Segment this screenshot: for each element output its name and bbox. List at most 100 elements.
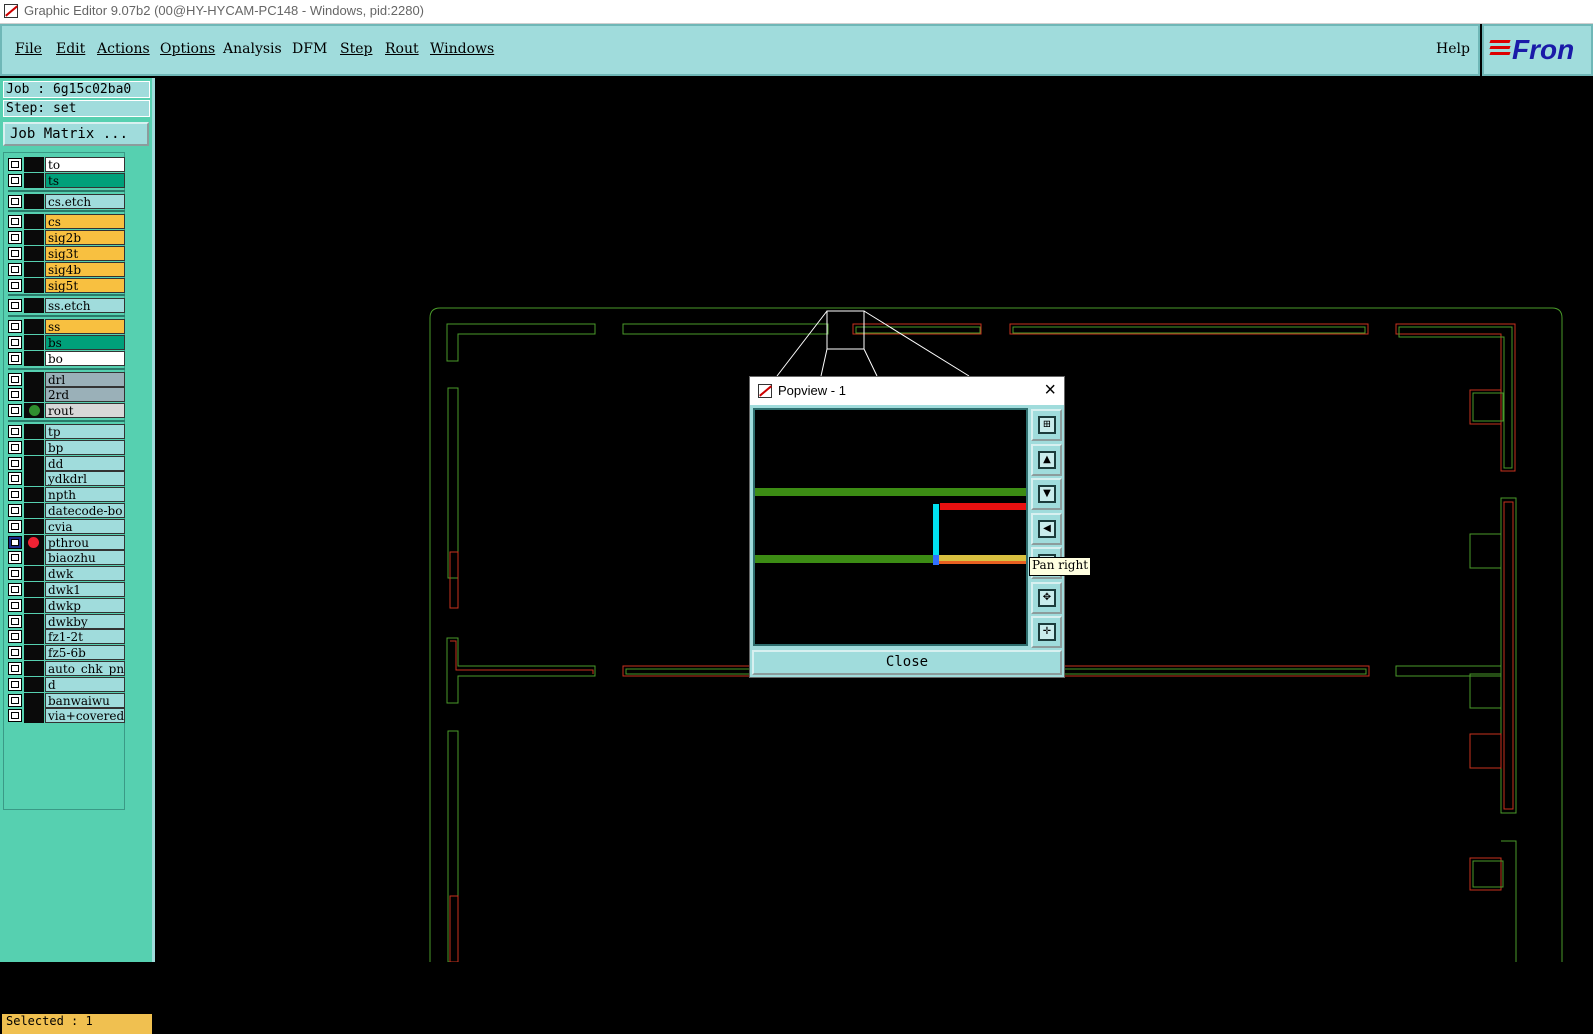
layer-name[interactable]: fz1-2t — [45, 629, 125, 645]
layer-mark[interactable] — [24, 424, 44, 439]
layer-mark[interactable] — [24, 157, 44, 172]
layer-row[interactable]: dwkby — [8, 613, 125, 629]
layer-name[interactable]: cs — [45, 214, 125, 230]
layer-checkbox[interactable] — [8, 231, 22, 245]
close-icon[interactable]: × — [1044, 379, 1056, 402]
job-matrix-button[interactable]: Job Matrix ... — [3, 122, 149, 146]
layer-mark[interactable] — [24, 193, 44, 209]
layer-row[interactable]: ss.etch — [8, 298, 125, 314]
layer-checkbox[interactable] — [8, 351, 22, 365]
layer-checkbox[interactable] — [8, 456, 22, 470]
layer-checkbox[interactable] — [8, 158, 22, 171]
layer-name[interactable]: bs — [45, 335, 125, 350]
menu-windows[interactable]: Windows — [430, 41, 494, 57]
layer-name[interactable]: fz5-6b — [45, 645, 125, 661]
layer-mark[interactable] — [24, 613, 44, 629]
layer-name[interactable]: cvia — [45, 518, 125, 534]
layer-name[interactable]: ss — [45, 319, 125, 335]
layer-row[interactable]: d — [8, 676, 125, 692]
affected-layer-icon[interactable] — [24, 534, 44, 550]
layer-mark[interactable] — [24, 319, 44, 335]
close-button[interactable]: Close — [752, 650, 1062, 675]
layer-mark[interactable] — [24, 487, 44, 503]
layer-row[interactable]: auto_chk_pnl — [8, 661, 125, 676]
layer-row[interactable]: via+covered — [8, 708, 125, 724]
layer-checkbox[interactable] — [8, 404, 22, 418]
layer-checkbox[interactable] — [8, 320, 22, 334]
zoom-center-button[interactable]: ✛ — [1031, 616, 1062, 648]
layer-name[interactable]: dwk1 — [45, 582, 125, 597]
menu-actions[interactable]: Actions — [97, 41, 150, 57]
layer-name[interactable]: rout — [45, 403, 125, 419]
layer-mark[interactable] — [24, 597, 44, 613]
layer-mark[interactable] — [24, 277, 44, 293]
layer-mark[interactable] — [24, 503, 44, 518]
layer-row[interactable]: sig3t — [8, 246, 125, 261]
layer-name[interactable]: auto_chk_pnl — [45, 661, 125, 676]
layer-mark[interactable] — [24, 676, 44, 692]
layer-name[interactable]: dwk — [45, 566, 125, 582]
layer-checkbox[interactable] — [8, 372, 22, 386]
layer-mark[interactable] — [24, 518, 44, 534]
layer-row[interactable]: ydkdrl — [8, 471, 125, 487]
layer-name[interactable]: dd — [45, 455, 125, 471]
layer-row[interactable]: npth — [8, 487, 125, 503]
layer-name[interactable]: sig5t — [45, 277, 125, 293]
layer-name[interactable]: sig4b — [45, 261, 125, 277]
layer-row[interactable]: fz5-6b — [8, 645, 125, 661]
layer-mark[interactable] — [24, 550, 44, 566]
layer-name[interactable]: npth — [45, 487, 125, 503]
layer-checkbox[interactable] — [8, 247, 22, 260]
popview-title-bar[interactable]: Popview - 1 × — [750, 377, 1064, 405]
layer-name[interactable]: bo — [45, 350, 125, 366]
layer-mark[interactable] — [24, 371, 44, 387]
layer-row[interactable]: dd — [8, 455, 125, 471]
layer-mark[interactable] — [24, 645, 44, 661]
menu-step[interactable]: Step — [340, 41, 372, 57]
layer-name[interactable]: ts — [45, 172, 125, 188]
layer-row[interactable]: tp — [8, 424, 125, 439]
layer-mark[interactable] — [24, 692, 44, 708]
layer-checkbox[interactable] — [8, 388, 22, 402]
layer-name[interactable]: to — [45, 157, 125, 172]
layer-mark[interactable] — [24, 335, 44, 350]
layer-checkbox[interactable] — [8, 262, 22, 276]
layer-checkbox[interactable] — [8, 598, 22, 612]
layer-mark[interactable] — [24, 582, 44, 597]
layer-name[interactable]: cs.etch — [45, 193, 125, 209]
layer-row[interactable]: sig5t — [8, 277, 125, 293]
layer-mark[interactable] — [24, 214, 44, 230]
popview-canvas[interactable] — [753, 408, 1028, 646]
layer-mark[interactable] — [24, 261, 44, 277]
layer-checkbox[interactable] — [8, 299, 22, 313]
layer-name[interactable]: ydkdrl — [45, 471, 125, 487]
layer-row[interactable]: sig2b — [8, 230, 125, 246]
zoom-box-button[interactable]: ⊞ — [1031, 409, 1062, 441]
layer-row[interactable]: datecode-bo — [8, 503, 125, 518]
layer-name[interactable]: dwkp — [45, 597, 125, 613]
layer-row[interactable]: ts — [8, 172, 125, 188]
layer-checkbox[interactable] — [8, 173, 22, 187]
layer-mark[interactable] — [24, 661, 44, 676]
layer-row[interactable]: dwkp — [8, 597, 125, 613]
layer-row[interactable]: bp — [8, 439, 125, 455]
layer-checkbox[interactable] — [8, 519, 22, 533]
pan-up-button[interactable]: ▲ — [1031, 443, 1062, 476]
layer-row[interactable]: bs — [8, 335, 125, 350]
layer-row[interactable]: 2rd — [8, 387, 125, 403]
layer-checkbox[interactable] — [8, 488, 22, 502]
layer-name[interactable]: datecode-bo — [45, 503, 125, 518]
layer-row[interactable]: drl — [8, 371, 125, 387]
layer-row[interactable]: dwk — [8, 566, 125, 582]
layer-mark[interactable] — [24, 246, 44, 261]
layer-mark[interactable] — [24, 439, 44, 455]
layer-row[interactable]: dwk1 — [8, 582, 125, 597]
layer-checkbox[interactable] — [8, 425, 22, 438]
layer-checkbox[interactable] — [8, 278, 22, 292]
layer-name[interactable]: 2rd — [45, 387, 125, 403]
layer-checkbox[interactable] — [8, 677, 22, 691]
layer-name[interactable]: dwkby — [45, 613, 125, 629]
layer-row[interactable]: banwaiwu — [8, 692, 125, 708]
layer-row[interactable]: bo — [8, 350, 125, 366]
layer-row[interactable]: sig4b — [8, 261, 125, 277]
